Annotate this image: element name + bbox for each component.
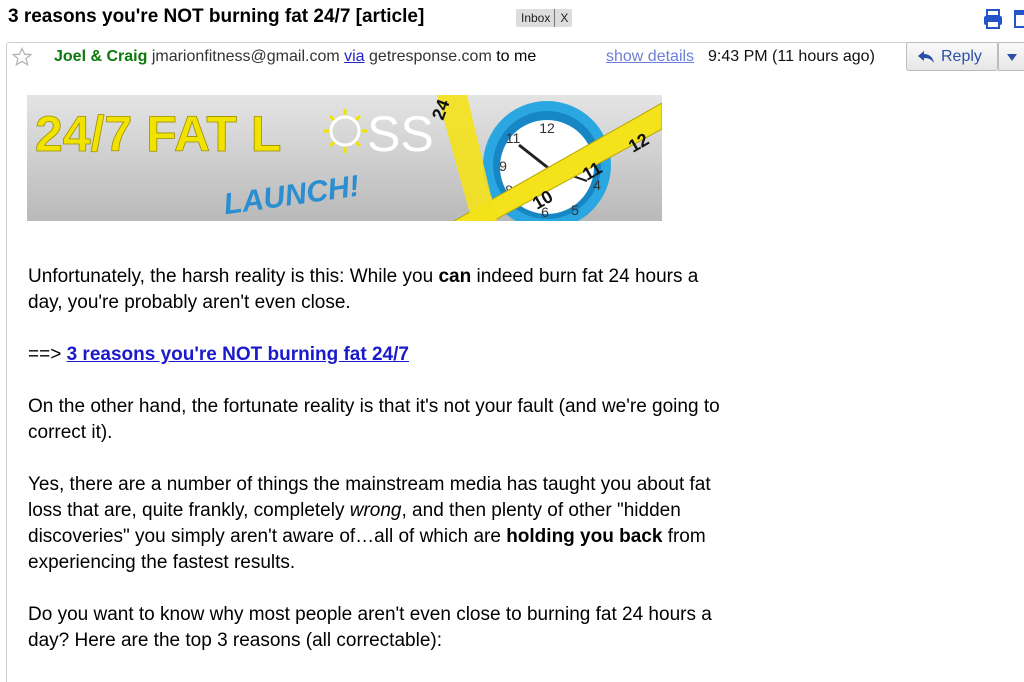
star-icon[interactable]	[12, 47, 32, 67]
svg-text:11: 11	[506, 130, 521, 146]
banner-graphic: 24/7 FAT L SS LAUNCH! 12 11 9 8 6	[27, 95, 662, 221]
fat-loss-launch-banner[interactable]: 24/7 FAT L SS LAUNCH! 12 11 9 8 6	[27, 95, 662, 221]
sender-email: jmarionfitness@gmail.com	[151, 48, 340, 65]
reply-arrow-icon	[918, 50, 934, 63]
print-icon[interactable]	[982, 8, 1004, 30]
inbox-label-text: Inbox	[521, 11, 551, 25]
paragraph-1: Unfortunately, the harsh reality is this…	[28, 266, 699, 313]
svg-text:12: 12	[539, 120, 555, 136]
svg-text:9: 9	[499, 158, 507, 174]
banner-title-end: SS	[367, 106, 434, 162]
svg-text:5: 5	[571, 202, 579, 218]
more-actions-button[interactable]	[998, 42, 1024, 71]
email-body: Unfortunately, the harsh reality is this…	[28, 264, 728, 680]
subject-bar: 3 reasons you're NOT burning fat 24/7 [a…	[0, 0, 1024, 38]
paragraph-5: Do you want to know why most people aren…	[28, 604, 712, 651]
show-details-link[interactable]: show details	[606, 48, 694, 66]
remove-label-button[interactable]: X	[554, 9, 568, 27]
via-domain: getresponse.com	[369, 48, 492, 65]
via-link[interactable]: via	[344, 48, 364, 65]
email-subject: 3 reasons you're NOT burning fat 24/7 [a…	[8, 6, 425, 27]
new-window-icon[interactable]	[1014, 8, 1024, 30]
inbox-label[interactable]: Inbox X	[516, 9, 573, 27]
article-link[interactable]: 3 reasons you're NOT burning fat 24/7	[67, 344, 409, 365]
recipient-text: to me	[496, 48, 537, 65]
sender-name[interactable]: Joel & Craig	[54, 48, 147, 65]
banner-title-text: 24/7 FAT L	[35, 106, 281, 162]
reply-button-label: Reply	[941, 47, 982, 65]
paragraph-3: On the other hand, the fortunate reality…	[28, 396, 720, 443]
message-timestamp: 9:43 PM (11 hours ago)	[708, 48, 875, 65]
article-link-paragraph: ==> 3 reasons you're NOT burning fat 24/…	[28, 344, 409, 365]
sender-line: Joel & Craig jmarionfitness@gmail.com vi…	[54, 48, 536, 66]
chevron-down-icon	[1007, 54, 1017, 61]
paragraph-4: Yes, there are a number of things the ma…	[28, 474, 711, 573]
reply-button[interactable]: Reply	[906, 42, 998, 71]
